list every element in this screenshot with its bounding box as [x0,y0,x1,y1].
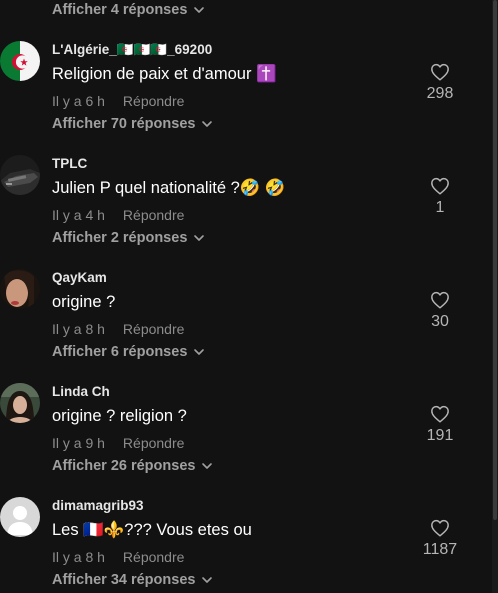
view-replies-label: Afficher 2 réponses [52,230,188,246]
scrollbar-track[interactable] [492,0,498,593]
person-photo-avatar [0,383,40,423]
avatar[interactable] [0,269,40,309]
like-count: 1187 [422,541,458,558]
heart-icon[interactable] [430,519,450,537]
like-area: 1187 [410,519,470,559]
reply-button[interactable]: Répondre [123,549,185,565]
view-replies-label: Afficher 6 réponses [52,344,188,360]
like-count: 30 [431,313,449,330]
avatar[interactable] [0,383,40,423]
like-area: 30 [410,291,470,331]
view-replies-button[interactable]: Afficher 26 réponses [52,455,213,477]
view-replies-button[interactable]: Afficher 4 réponses [52,0,205,21]
view-replies-label: Afficher 34 réponses [52,572,196,588]
reply-button[interactable]: Répondre [123,321,185,337]
comment-text: origine ? [52,293,116,311]
avatar[interactable] [0,497,40,537]
comment-text: Religion de paix et d'amour ✝️ [52,65,277,83]
comment-item: dimamagrib93 Les 🇫🇷⚜️??? Vous etes ou Il… [0,497,490,588]
view-replies-button[interactable]: Afficher 6 réponses [52,341,205,363]
comment-timestamp: Il y a 6 h [52,93,105,109]
comment-meta: Il y a 8 h Répondre [52,548,184,566]
heart-icon[interactable] [430,63,450,81]
heart-icon[interactable] [430,291,450,309]
chevron-down-icon [194,349,205,355]
comment-username[interactable]: TPLC [52,155,87,173]
comment-meta: Il y a 4 h Répondre [52,206,184,224]
comment-text: Julien P quel nationalité ?🤣 🤣 [52,179,286,197]
comment-timestamp: Il y a 8 h [52,549,105,565]
comment-text: Les 🇫🇷⚜️??? Vous etes ou [52,521,252,539]
view-replies-button[interactable]: Afficher 2 réponses [52,227,205,249]
reply-button[interactable]: Répondre [123,435,185,451]
comment-timestamp: Il y a 8 h [52,321,105,337]
reply-button[interactable]: Répondre [123,93,185,109]
comment-meta: Il y a 8 h Répondre [52,320,184,338]
view-replies-label: Afficher 4 réponses [52,2,188,18]
comment-item: L'Algérie_🇩🇿🇩🇿🇩🇿_69200 Religion de paix … [0,41,490,132]
comment-item: Linda Ch origine ? religion ? Il y a 9 h… [0,383,490,474]
comment-username[interactable]: Linda Ch [52,383,110,401]
chevron-down-icon [202,463,213,469]
like-count: 1 [435,199,445,216]
view-replies-button[interactable]: Afficher 34 réponses [52,569,213,591]
avatar[interactable] [0,41,40,81]
comment-meta: Il y a 9 h Répondre [52,434,184,452]
chevron-down-icon [194,7,205,13]
default-user-avatar [0,497,40,537]
like-count: 298 [426,85,454,102]
avatar[interactable] [0,155,40,195]
view-replies-button[interactable]: Afficher 70 réponses [52,113,213,135]
comment-item: TPLC Julien P quel nationalité ?🤣 🤣 Il y… [0,155,490,246]
chevron-down-icon [202,121,213,127]
like-area: 191 [410,405,470,445]
comment-username[interactable]: L'Algérie_🇩🇿🇩🇿🇩🇿_69200 [52,41,212,59]
scrollbar-thumb[interactable] [493,0,497,520]
like-area: 1 [410,177,470,217]
heart-icon[interactable] [430,177,450,195]
comment-timestamp: Il y a 4 h [52,207,105,223]
like-area: 298 [410,63,470,103]
comment-username[interactable]: dimamagrib93 [52,497,144,515]
person-photo-avatar [0,269,40,309]
comment-username[interactable]: QayKam [52,269,107,287]
car-photo-avatar [0,155,40,195]
comment-meta: Il y a 6 h Répondre [52,92,184,110]
view-replies-label: Afficher 26 réponses [52,458,196,474]
comment-text: origine ? religion ? [52,407,187,425]
comment-item: QayKam origine ? Il y a 8 h Répondre 30 A… [0,269,490,360]
chevron-down-icon [202,577,213,583]
reply-button[interactable]: Répondre [123,207,185,223]
chevron-down-icon [194,235,205,241]
view-replies-label: Afficher 70 réponses [52,116,196,132]
comment-timestamp: Il y a 9 h [52,435,105,451]
algeria-flag-avatar [0,41,40,81]
heart-icon[interactable] [430,405,450,423]
like-count: 191 [426,427,454,444]
